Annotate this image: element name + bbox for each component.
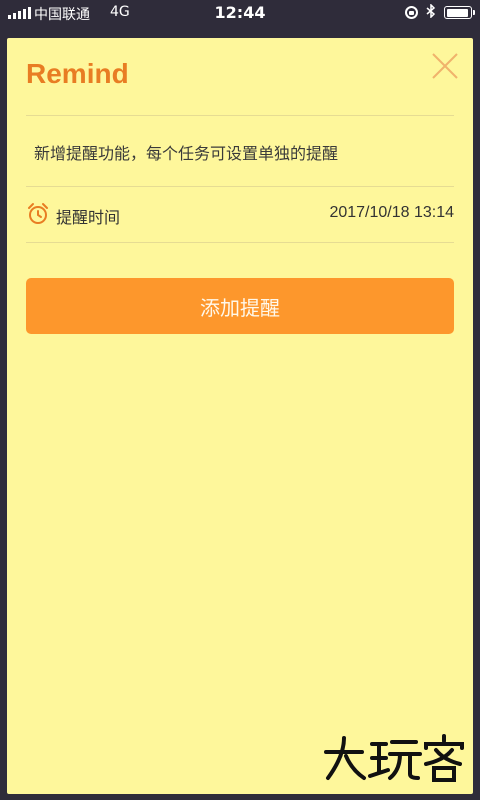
watermark-logo	[320, 732, 470, 786]
bluetooth-icon	[426, 3, 436, 21]
feature-description: 新增提醒功能，每个任务可设置单独的提醒	[34, 144, 339, 163]
close-icon	[432, 53, 458, 79]
rotation-lock-icon	[405, 6, 418, 19]
add-reminder-button[interactable]: 添加提醒	[26, 278, 454, 334]
close-button[interactable]	[427, 48, 463, 84]
reminder-time-value: 2017/10/18 13:14	[329, 204, 454, 221]
battery-icon	[444, 6, 475, 19]
reminder-time-row[interactable]: 提醒时间 2017/10/18 13:14	[26, 186, 454, 242]
remind-card: Remind 新增提醒功能，每个任务可设置单独的提醒 提醒时间 2017/10/…	[7, 38, 473, 794]
reminder-time-label: 提醒时间	[56, 208, 121, 227]
status-icons	[405, 3, 475, 21]
card-title: Remind	[26, 58, 129, 89]
divider	[26, 242, 454, 243]
status-bar: 中国联通 4G 12:44	[0, 0, 480, 26]
divider	[26, 115, 454, 116]
alarm-clock-icon	[28, 203, 48, 224]
